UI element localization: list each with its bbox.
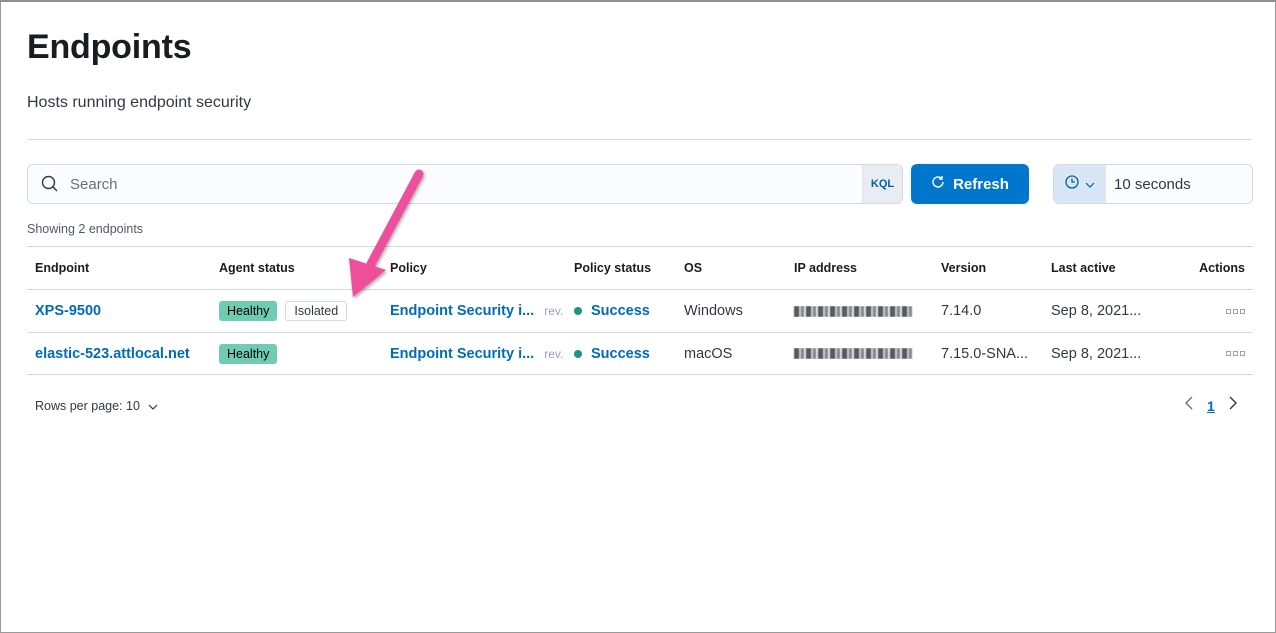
column-header-agent-status[interactable]: Agent status <box>211 261 382 275</box>
interval-toggle-button[interactable] <box>1054 165 1106 203</box>
interval-value[interactable]: 10 seconds <box>1106 176 1191 193</box>
last-active-value: Sep 8, 2021... <box>1051 345 1142 362</box>
agent-status-badge: Healthy <box>219 301 278 321</box>
divider <box>27 139 1251 140</box>
previous-page-icon[interactable] <box>1185 396 1193 415</box>
agent-status-badge: Healthy <box>219 343 278 364</box>
app-window: Endpoints Hosts running endpoint securit… <box>0 0 1276 633</box>
chevron-down-icon <box>1085 175 1095 193</box>
os-value: Windows <box>684 303 743 319</box>
refresh-button[interactable]: Refresh <box>911 164 1029 204</box>
column-header-policy[interactable]: Policy <box>382 261 566 275</box>
column-header-policy-status[interactable]: Policy status <box>566 261 676 275</box>
rows-per-page-label: Rows per page: 10 <box>35 399 140 413</box>
chevron-down-icon <box>148 399 158 413</box>
refresh-interval-picker: 10 seconds <box>1053 164 1253 204</box>
policy-link[interactable]: Endpoint Security i... <box>390 303 534 319</box>
version-value: 7.15.0-SNA... <box>941 345 1029 362</box>
endpoints-table: Endpoint Agent status Policy Policy stat… <box>27 246 1253 375</box>
column-header-endpoint[interactable]: Endpoint <box>27 261 211 275</box>
results-count: Showing 2 endpoints <box>27 222 144 236</box>
policy-status-link[interactable]: Success <box>591 303 650 319</box>
column-header-version[interactable]: Version <box>933 261 1043 275</box>
page-title: Endpoints <box>27 28 192 66</box>
refresh-label: Refresh <box>953 175 1009 193</box>
table-header: Endpoint Agent status Policy Policy stat… <box>27 246 1253 289</box>
page-1-button[interactable]: 1 <box>1207 398 1215 414</box>
column-header-last-active[interactable]: Last active <box>1043 261 1173 275</box>
next-page-icon[interactable] <box>1229 396 1237 415</box>
clock-icon <box>1065 174 1079 194</box>
refresh-icon <box>931 175 945 193</box>
search-bar: KQL <box>27 164 903 204</box>
column-header-os[interactable]: OS <box>676 261 786 275</box>
os-value: macOS <box>684 345 733 362</box>
policy-revision: rev. <box>544 346 564 361</box>
column-header-ip-address[interactable]: IP address <box>786 261 933 275</box>
endpoint-link[interactable]: elastic-523.attlocal.net <box>35 346 190 362</box>
rows-per-page-button[interactable]: Rows per page: 10 <box>35 399 158 413</box>
pagination: 1 <box>1185 396 1237 415</box>
version-value: 7.14.0 <box>941 303 982 319</box>
search-input[interactable] <box>70 165 862 203</box>
table-row: XPS-9500 Healthy Isolated Endpoint Secur… <box>27 289 1253 332</box>
ip-address-redacted <box>794 348 912 359</box>
table-row: elastic-523.attlocal.net Healthy Endpoin… <box>27 332 1253 375</box>
policy-status-link[interactable]: Success <box>591 346 650 362</box>
page-subtitle: Hosts running endpoint security <box>27 94 252 111</box>
isolated-badge: Isolated <box>285 301 348 321</box>
policy-revision: rev. <box>544 304 564 318</box>
status-dot-icon <box>574 349 582 358</box>
last-active-value: Sep 8, 2021... <box>1051 303 1142 319</box>
column-header-actions: Actions <box>1199 261 1245 275</box>
endpoint-link[interactable]: XPS-9500 <box>35 303 101 319</box>
ip-address-redacted <box>794 305 912 317</box>
more-actions-icon[interactable] <box>1226 351 1245 356</box>
kql-toggle-button[interactable]: KQL <box>862 165 902 203</box>
policy-link[interactable]: Endpoint Security i... <box>390 346 534 362</box>
more-actions-icon[interactable] <box>1226 308 1245 314</box>
status-dot-icon <box>574 307 582 315</box>
search-icon <box>30 165 70 203</box>
